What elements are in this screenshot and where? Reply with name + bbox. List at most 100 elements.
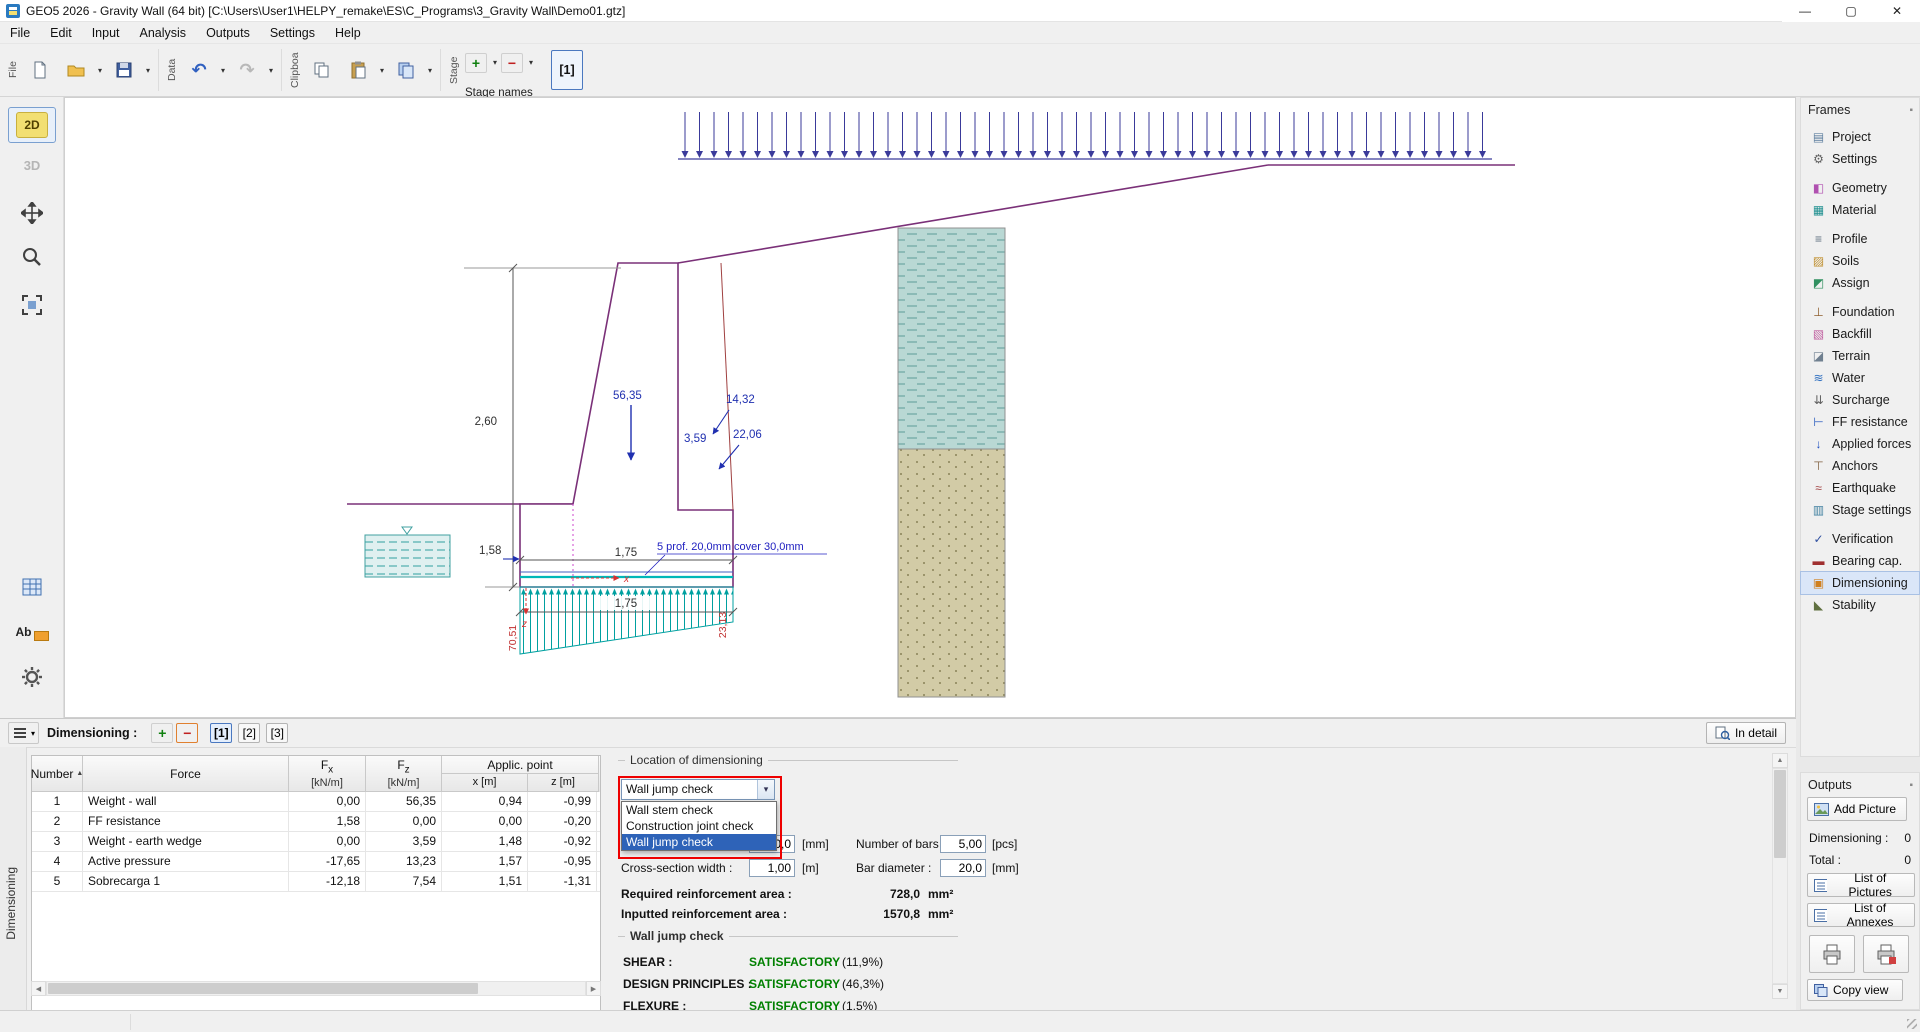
- print-button[interactable]: [1809, 935, 1855, 973]
- column-header-force[interactable]: Force: [83, 756, 289, 792]
- remove-stage-dropdown[interactable]: ▾: [525, 42, 537, 84]
- frames-item-settings[interactable]: ⚙Settings: [1801, 148, 1919, 170]
- paste-dropdown[interactable]: ▾: [376, 49, 388, 91]
- save-button[interactable]: [106, 49, 142, 91]
- dimensioning-vertical-tab[interactable]: Dimensioning: [0, 747, 27, 1010]
- frames-item-surcharge[interactable]: ⇊Surcharge: [1801, 389, 1919, 411]
- panel-options-icon[interactable]: ▪: [1909, 780, 1913, 791]
- list-of-pictures-button[interactable]: List of Pictures: [1807, 873, 1915, 897]
- option-wall-stem-check[interactable]: Wall stem check: [622, 802, 776, 818]
- stage-tab-3[interactable]: [3]: [266, 723, 288, 743]
- frames-item-foundation[interactable]: ⊥Foundation: [1801, 301, 1919, 323]
- dimensioning-location-select[interactable]: Wall jump check ▾: [621, 779, 775, 800]
- view-2d-button[interactable]: 2D: [8, 107, 56, 143]
- frames-item-terrain[interactable]: ◪Terrain: [1801, 345, 1919, 367]
- frames-item-assign[interactable]: ◩Assign: [1801, 272, 1919, 294]
- active-stage-button[interactable]: [1]: [551, 50, 583, 90]
- menu-outputs[interactable]: Outputs: [196, 22, 260, 44]
- menu-analysis[interactable]: Analysis: [130, 22, 197, 44]
- in-detail-button[interactable]: In detail: [1706, 722, 1786, 744]
- frames-item-profile[interactable]: ≡Profile: [1801, 228, 1919, 250]
- copy-button[interactable]: [304, 49, 340, 91]
- fit-view-button[interactable]: [8, 287, 56, 323]
- frames-item-soils[interactable]: ▨Soils: [1801, 250, 1919, 272]
- frames-item-stability[interactable]: ◣Stability: [1801, 594, 1919, 616]
- copy-view-button[interactable]: [388, 49, 424, 91]
- undo-dropdown[interactable]: ▾: [217, 49, 229, 91]
- resize-grip[interactable]: [1907, 1019, 1917, 1029]
- stage-tab-2[interactable]: [2]: [238, 723, 260, 743]
- frames-item-applied-forces[interactable]: ↓Applied forces: [1801, 433, 1919, 455]
- undo-button[interactable]: ↶: [181, 49, 217, 91]
- option-wall-jump-check[interactable]: Wall jump check: [622, 834, 776, 850]
- number-of-bars-input[interactable]: [940, 835, 986, 853]
- frames-item-earthquake[interactable]: ≈Earthquake: [1801, 477, 1919, 499]
- menu-help[interactable]: Help: [325, 22, 371, 44]
- add-stage-dropdown[interactable]: ▾: [489, 42, 501, 84]
- scroll-right-icon[interactable]: ▶: [586, 981, 601, 996]
- cross-section-width-input[interactable]: [749, 859, 795, 877]
- frames-item-water[interactable]: ≋Water: [1801, 367, 1919, 389]
- redo-button[interactable]: ↷: [229, 49, 265, 91]
- close-button[interactable]: ✕: [1874, 0, 1920, 22]
- view-mode-button[interactable]: ▾: [8, 722, 39, 744]
- minimize-button[interactable]: —: [1782, 0, 1828, 22]
- chevron-down-icon[interactable]: ▾: [757, 780, 774, 799]
- table-row[interactable]: 3 Weight - earth wedge 0,00 3,59 1,48 -0…: [32, 832, 600, 852]
- annotation-tool-button[interactable]: Ab: [8, 614, 56, 650]
- frames-item-ff-resistance[interactable]: ⊢FF resistance: [1801, 411, 1919, 433]
- scroll-up-icon[interactable]: ▲: [1772, 753, 1788, 768]
- frames-item-dimensioning[interactable]: ▣Dimensioning: [1801, 572, 1919, 594]
- frames-item-backfill[interactable]: ▧Backfill: [1801, 323, 1919, 345]
- redo-dropdown[interactable]: ▾: [265, 49, 277, 91]
- table-row[interactable]: 2 FF resistance 1,58 0,00 0,00 -0,20: [32, 812, 600, 832]
- column-header-fz[interactable]: Fz [kN/m]: [366, 756, 442, 792]
- remove-stage-button[interactable]: −: [501, 53, 523, 73]
- column-header-applic-point[interactable]: Applic. point x [m] z [m]: [442, 756, 599, 792]
- panel-options-icon[interactable]: ▪: [1909, 105, 1913, 116]
- scroll-thumb[interactable]: [48, 983, 478, 994]
- scroll-thumb[interactable]: [1774, 770, 1786, 858]
- open-file-button[interactable]: [58, 49, 94, 91]
- frames-item-anchors[interactable]: ⊤Anchors: [1801, 455, 1919, 477]
- menu-file[interactable]: File: [0, 22, 40, 44]
- print-settings-button[interactable]: [1863, 935, 1909, 973]
- table-row[interactable]: 1 Weight - wall 0,00 56,35 0,94 -0,99: [32, 792, 600, 812]
- copy-view-dropdown[interactable]: ▾: [424, 49, 436, 91]
- scroll-left-icon[interactable]: ◀: [31, 981, 46, 996]
- stage-tab-1[interactable]: [1]: [210, 723, 232, 743]
- frames-item-bearing-cap[interactable]: ▬Bearing cap.: [1801, 550, 1919, 572]
- column-header-fx[interactable]: Fx [kN/m]: [289, 756, 366, 792]
- pan-tool-button[interactable]: [8, 195, 56, 231]
- drawing-settings-button[interactable]: [8, 659, 56, 695]
- table-view-button[interactable]: [8, 569, 56, 605]
- remove-dimensioning-button[interactable]: −: [176, 723, 198, 743]
- menu-edit[interactable]: Edit: [40, 22, 82, 44]
- table-row[interactable]: 4 Active pressure -17,65 13,23 1,57 -0,9…: [32, 852, 600, 872]
- frames-item-verification[interactable]: ✓Verification: [1801, 528, 1919, 550]
- new-file-button[interactable]: [22, 49, 58, 91]
- view-3d-button[interactable]: 3D: [8, 147, 56, 183]
- menu-settings[interactable]: Settings: [260, 22, 325, 44]
- save-dropdown[interactable]: ▾: [142, 49, 154, 91]
- maximize-button[interactable]: ▢: [1828, 0, 1874, 22]
- frames-item-project[interactable]: ▤Project: [1801, 126, 1919, 148]
- column-header-number[interactable]: Number ▲: [32, 756, 83, 792]
- add-picture-button[interactable]: Add Picture: [1807, 797, 1907, 821]
- option-construction-joint-check[interactable]: Construction joint check: [622, 818, 776, 834]
- frames-item-stage-settings[interactable]: ▥Stage settings: [1801, 499, 1919, 521]
- scroll-down-icon[interactable]: ▼: [1772, 984, 1788, 999]
- paste-button[interactable]: [340, 49, 376, 91]
- open-file-dropdown[interactable]: ▾: [94, 49, 106, 91]
- frames-item-geometry[interactable]: ◧Geometry: [1801, 177, 1919, 199]
- menu-input[interactable]: Input: [82, 22, 130, 44]
- bar-diameter-input[interactable]: [940, 859, 986, 877]
- zoom-tool-button[interactable]: [8, 239, 56, 275]
- add-dimensioning-button[interactable]: +: [151, 723, 173, 743]
- list-of-annexes-button[interactable]: List of Annexes: [1807, 903, 1915, 927]
- frames-item-material[interactable]: ▦Material: [1801, 199, 1919, 221]
- drawing-canvas[interactable]: 2,60 1,75 1,75 1,58 5 prof. 20,0mm cover…: [64, 97, 1796, 718]
- table-row[interactable]: 5 Sobrecarga 1 -12,18 7,54 1,51 -1,31: [32, 872, 600, 892]
- copy-view-button[interactable]: Copy view: [1807, 979, 1903, 1001]
- add-stage-button[interactable]: +: [465, 53, 487, 73]
